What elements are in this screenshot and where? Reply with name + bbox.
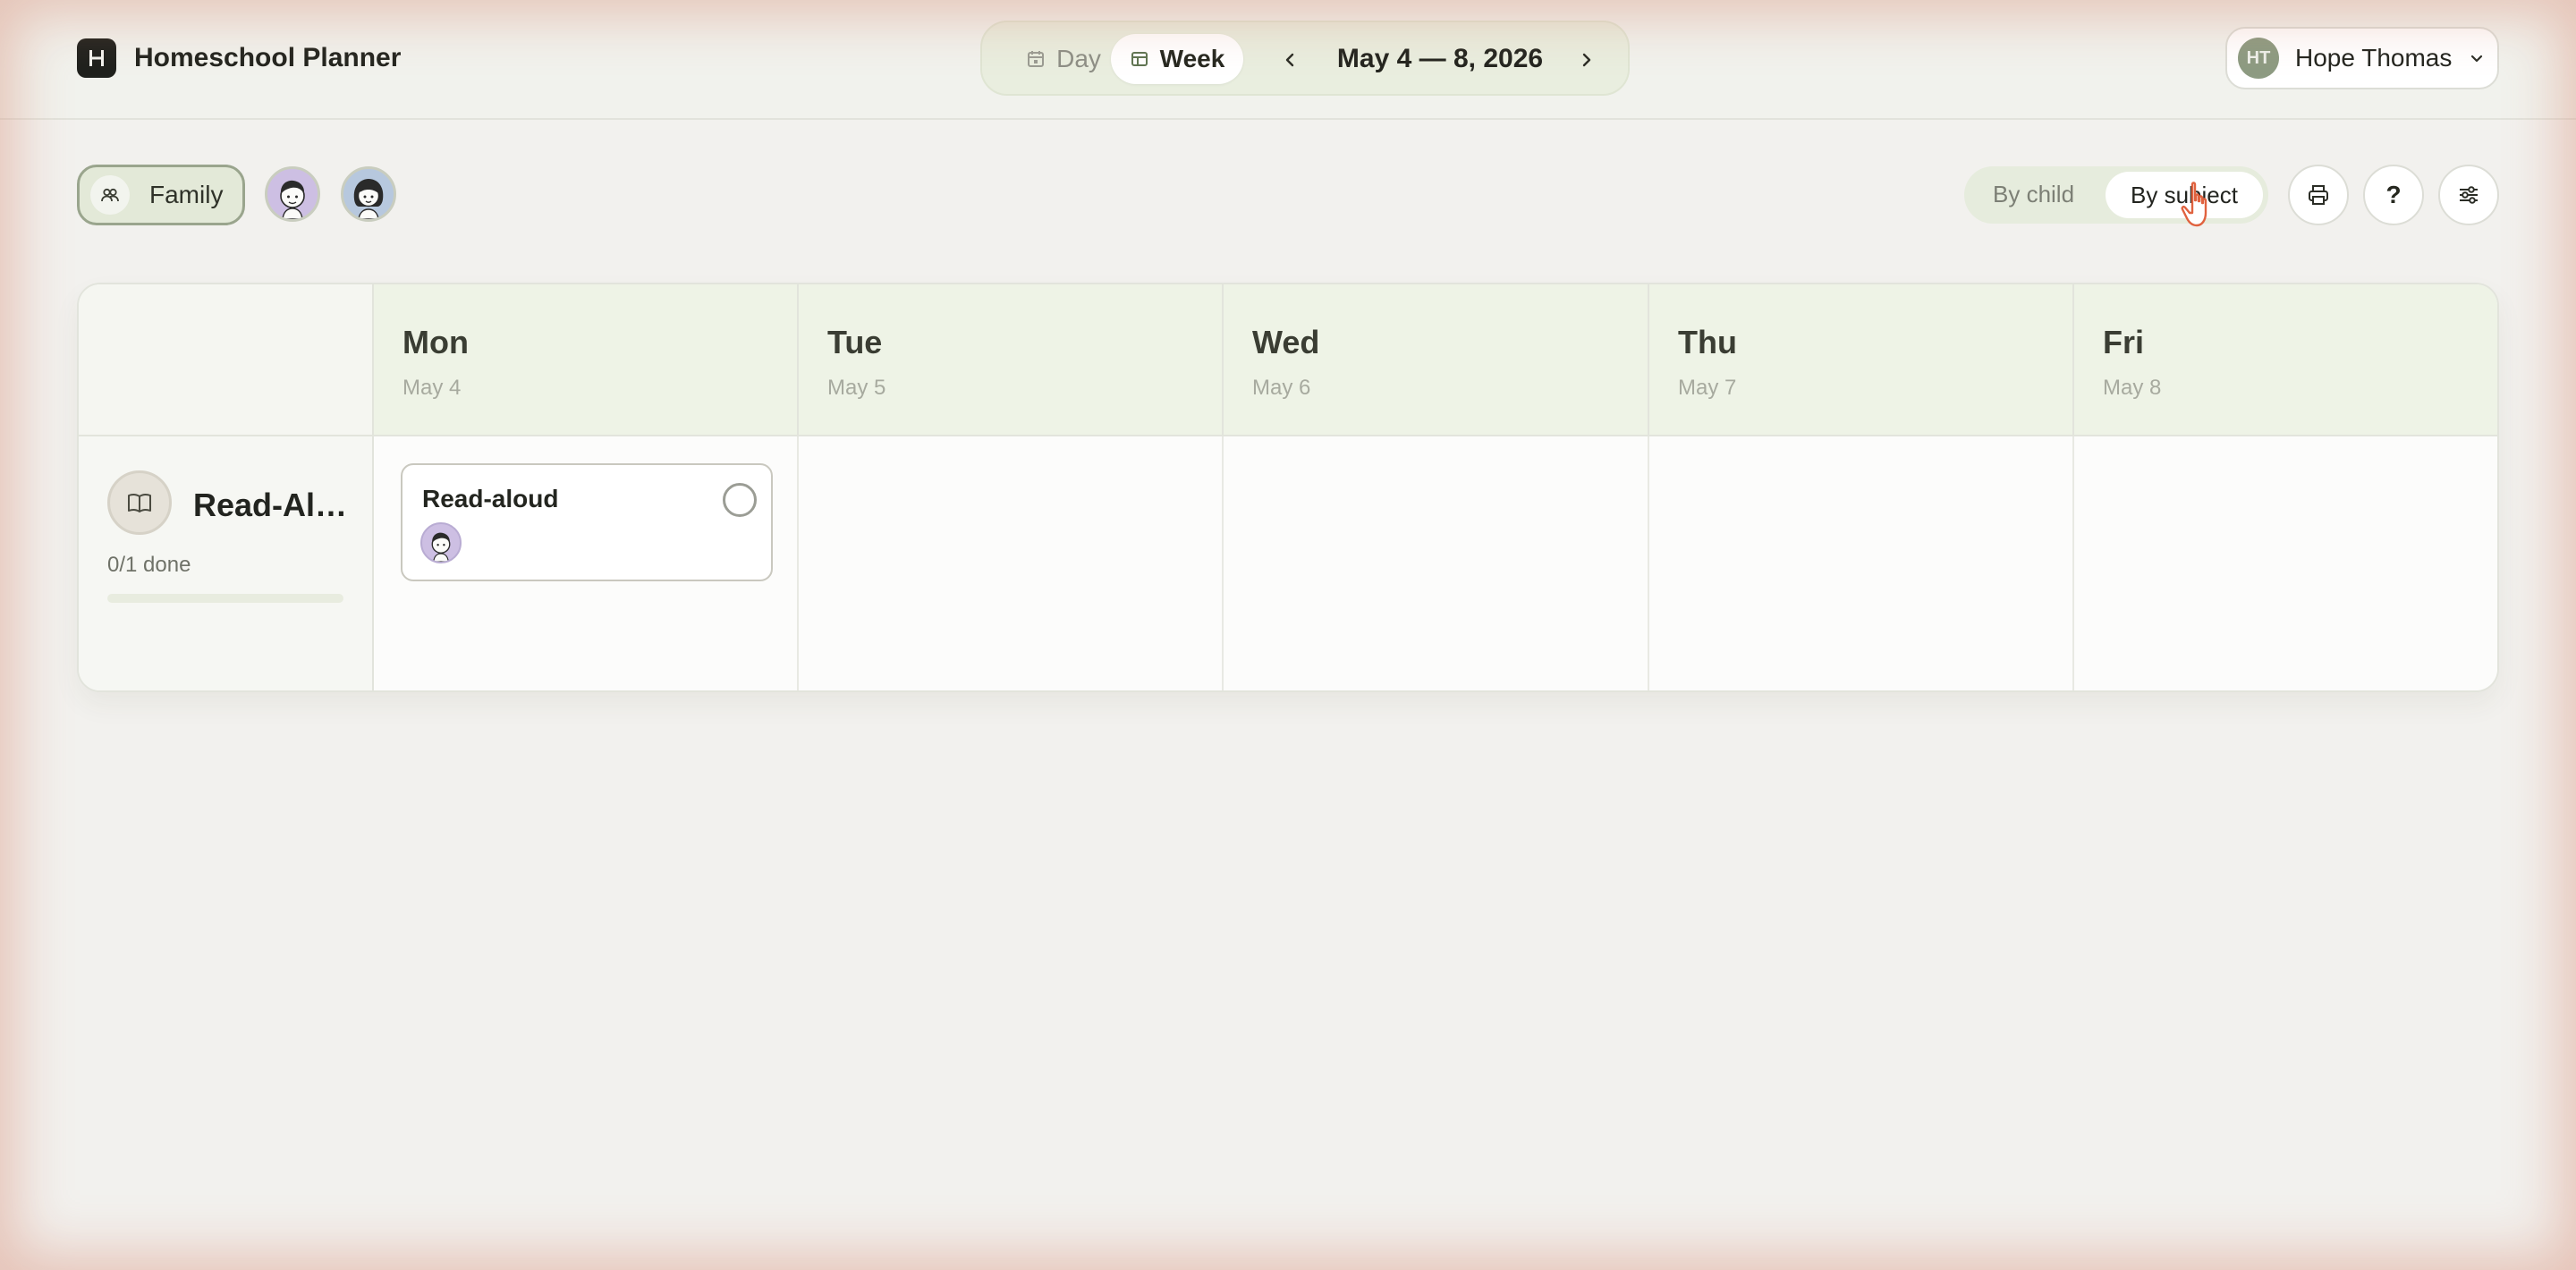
previous-week-button[interactable] (1270, 40, 1309, 80)
day-name: Tue (827, 324, 883, 360)
week-view-label: Week (1159, 45, 1225, 72)
user-name: Hope Thomas (2295, 44, 2453, 72)
calendar-week-icon (1131, 52, 1148, 66)
date-controls: Day Week May 4 — 8, 2026 (980, 21, 1630, 96)
task-title: Read-aloud (422, 485, 559, 512)
cell-fri[interactable] (2074, 436, 2497, 690)
by-child-option[interactable]: By child (1993, 181, 2074, 208)
app-title: Homeschool Planner (134, 43, 402, 72)
day-name: Mon (402, 324, 469, 360)
day-header-mon: Mon May 4 (374, 284, 799, 436)
day-date: May 6 (1252, 376, 1311, 400)
day-name: Wed (1252, 324, 1320, 360)
date-range-label[interactable]: May 4 — 8, 2026 (1333, 44, 1547, 74)
family-filter-label: Family (149, 181, 224, 208)
top-bar: Homeschool Planner Day Week May 4 — 8, 2… (0, 0, 2576, 120)
cell-thu[interactable] (1649, 436, 2074, 690)
day-date: May 5 (827, 376, 886, 400)
task-complete-checkbox[interactable] (723, 483, 757, 517)
task-assignee-avatar (420, 522, 462, 563)
day-view-button[interactable]: Day (1005, 34, 1122, 84)
subject-progress-bar (107, 594, 343, 603)
mouse-cursor-icon (2181, 182, 2207, 227)
next-week-button[interactable] (1567, 40, 1606, 80)
day-header-wed: Wed May 6 (1224, 284, 1649, 436)
day-header-tue: Tue May 5 (799, 284, 1224, 436)
settings-button[interactable] (2438, 165, 2499, 225)
sliders-icon (2460, 186, 2478, 204)
task-card[interactable]: Read-aloud (401, 463, 773, 581)
chevron-right-icon (1582, 53, 1591, 67)
subject-progress-text: 0/1 done (107, 553, 191, 577)
subject-title: Read-Al… (193, 487, 348, 523)
group-by-toggle: By child By subject (1964, 166, 2268, 224)
day-date: May 4 (402, 376, 462, 400)
user-menu-button[interactable]: HT Hope Thomas (2225, 27, 2499, 89)
family-icon (90, 175, 130, 215)
day-date: May 8 (2103, 376, 2162, 400)
day-view-label: Day (1056, 45, 1101, 72)
child-avatar-1[interactable] (265, 166, 320, 222)
book-icon (107, 470, 172, 535)
help-button[interactable]: ? (2363, 165, 2424, 225)
cell-tue[interactable] (799, 436, 1224, 690)
app-logo-icon (77, 38, 116, 78)
day-date: May 7 (1678, 376, 1737, 400)
print-button[interactable] (2288, 165, 2349, 225)
day-name: Thu (1678, 324, 1737, 360)
day-name: Fri (2103, 324, 2145, 360)
day-header-thu: Thu May 7 (1649, 284, 2074, 436)
week-grid: Mon May 4 Tue May 5 Wed May 6 Thu May 7 … (77, 283, 2499, 692)
chevron-left-icon (1285, 53, 1294, 67)
day-header-fri: Fri May 8 (2074, 284, 2497, 436)
week-view-button[interactable]: Week (1111, 34, 1243, 84)
grid-corner (79, 284, 374, 436)
user-avatar: HT (2238, 38, 2279, 79)
cell-wed[interactable] (1224, 436, 1649, 690)
subject-row-header[interactable]: Read-Al… 0/1 done (79, 436, 374, 690)
brand[interactable]: Homeschool Planner (77, 38, 401, 78)
calendar-day-icon (1028, 51, 1045, 67)
cell-mon[interactable]: Read-aloud (374, 436, 799, 690)
family-filter-chip[interactable]: Family (77, 165, 245, 225)
printer-icon (2309, 185, 2328, 205)
chevron-down-icon (2471, 55, 2483, 63)
child-avatar-2[interactable] (341, 166, 396, 222)
help-icon: ? (2385, 181, 2402, 208)
